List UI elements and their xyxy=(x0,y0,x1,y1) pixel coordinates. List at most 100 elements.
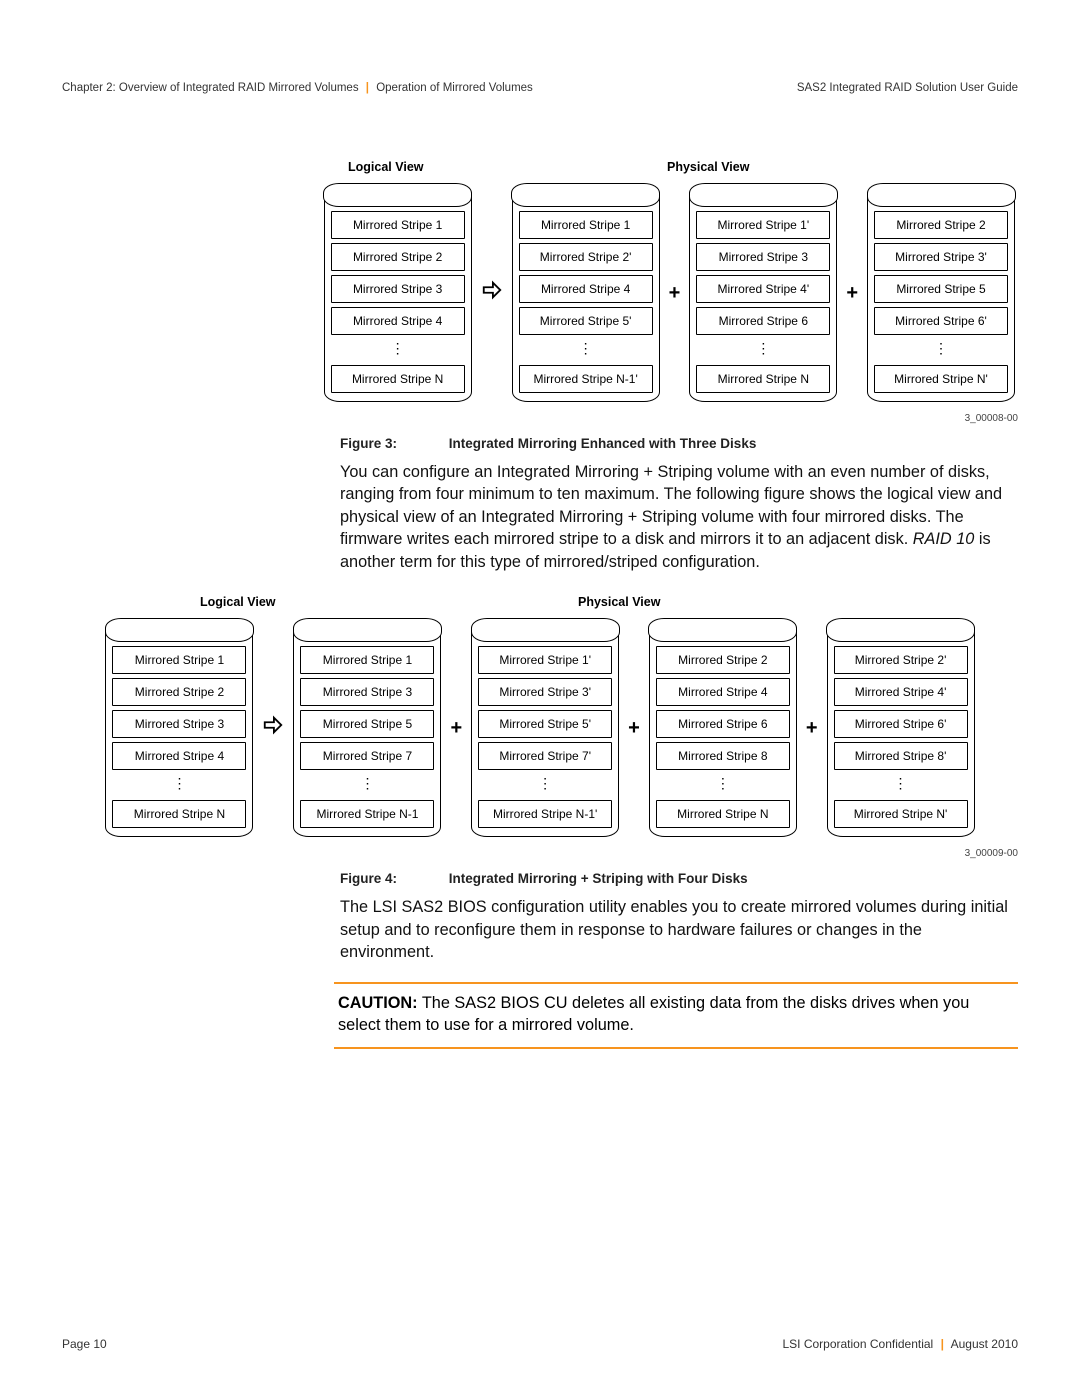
ellipsis-icon: ⋮ xyxy=(110,774,248,796)
stripe-cell: Mirrored Stripe 5 xyxy=(874,275,1008,303)
stripe-cell: Mirrored Stripe 3 xyxy=(331,275,465,303)
stripe-cell: Mirrored Stripe 6 xyxy=(656,710,790,738)
header-left: Chapter 2: Overview of Integrated RAID M… xyxy=(62,82,533,94)
stripe-cell: Mirrored Stripe 4 xyxy=(519,275,653,303)
stripe-cell: Mirrored Stripe 4' xyxy=(834,678,968,706)
stripe-cell: Mirrored Stripe 2' xyxy=(834,646,968,674)
physical-view-label: Physical View xyxy=(578,595,660,609)
confidential-label: LSI Corporation Confidential xyxy=(782,1337,933,1351)
stripe-cell: Mirrored Stripe 3 xyxy=(696,243,830,271)
stripe-cell: Mirrored Stripe N-1' xyxy=(519,365,653,393)
stripe-cell: Mirrored Stripe N xyxy=(331,365,465,393)
stripe-cell: Mirrored Stripe 2' xyxy=(519,243,653,271)
chapter-label: Chapter 2: Overview of Integrated RAID M… xyxy=(62,82,359,94)
paragraph-2: The LSI SAS2 BIOS configuration utility … xyxy=(340,896,1018,963)
stripe-cell: Mirrored Stripe 5' xyxy=(519,307,653,335)
stripe-cell: Mirrored Stripe 5' xyxy=(478,710,612,738)
physical-disk-4: Mirrored Stripe 2' Mirrored Stripe 4' Mirr… xyxy=(827,619,975,837)
physical-disk-1: Mirrored Stripe 1 Mirrored Stripe 2' Mirro… xyxy=(512,184,660,402)
physical-disk-3: Mirrored Stripe 2 Mirrored Stripe 3' Mirro… xyxy=(867,184,1015,402)
stripe-cell: Mirrored Stripe 2 xyxy=(331,243,465,271)
physical-view-label: Physical View xyxy=(667,160,749,174)
stripe-cell: Mirrored Stripe 1 xyxy=(300,646,434,674)
figure-tag: 3_00009-00 xyxy=(965,848,1018,859)
ellipsis-icon: ⋮ xyxy=(329,339,467,361)
page-footer: Page 10 LSI Corporation Confidential | A… xyxy=(62,1337,1018,1351)
stripe-cell: Mirrored Stripe 1 xyxy=(112,646,246,674)
caption-number: Figure 4: xyxy=(340,871,397,886)
ellipsis-icon: ⋮ xyxy=(832,774,970,796)
physical-disk-2: Mirrored Stripe 1' Mirrored Stripe 3 Mirro… xyxy=(689,184,837,402)
stripe-cell: Mirrored Stripe N' xyxy=(834,800,968,828)
plus-icon: + xyxy=(840,282,864,305)
caution-label: CAUTION: xyxy=(338,994,418,1012)
doc-title: SAS2 Integrated RAID Solution User Guide xyxy=(797,82,1018,94)
figure-4-caption: Figure 4: Integrated Mirroring + Stripin… xyxy=(340,871,1018,886)
stripe-cell: Mirrored Stripe 1 xyxy=(519,211,653,239)
stripe-cell: Mirrored Stripe 4 xyxy=(112,742,246,770)
logical-view-label: Logical View xyxy=(348,160,424,174)
caption-text: Integrated Mirroring + Striping with Fou… xyxy=(449,871,748,886)
figure-3-caption: Figure 3: Integrated Mirroring Enhanced … xyxy=(340,436,1018,451)
stripe-cell: Mirrored Stripe 8' xyxy=(834,742,968,770)
arrow-right-icon xyxy=(256,714,290,742)
physical-disk-1: Mirrored Stripe 1 Mirrored Stripe 3 Mirror… xyxy=(293,619,441,837)
stripe-cell: Mirrored Stripe N-1 xyxy=(300,800,434,828)
stripe-cell: Mirrored Stripe 6' xyxy=(874,307,1008,335)
separator-icon: | xyxy=(366,82,369,94)
stripe-cell: Mirrored Stripe N xyxy=(656,800,790,828)
physical-disk-2: Mirrored Stripe 1' Mirrored Stripe 3' Mirr… xyxy=(471,619,619,837)
section-label: Operation of Mirrored Volumes xyxy=(376,82,533,94)
stripe-cell: Mirrored Stripe N xyxy=(112,800,246,828)
plus-icon: + xyxy=(800,717,824,740)
ellipsis-icon: ⋮ xyxy=(654,774,792,796)
stripe-cell: Mirrored Stripe 1 xyxy=(331,211,465,239)
stripe-cell: Mirrored Stripe 4 xyxy=(656,678,790,706)
stripe-cell: Mirrored Stripe 4' xyxy=(696,275,830,303)
plus-icon: + xyxy=(663,282,687,305)
stripe-cell: Mirrored Stripe 1' xyxy=(478,646,612,674)
stripe-cell: Mirrored Stripe 3' xyxy=(874,243,1008,271)
figure-3-diagram: Logical View Physical View Mirrored Stri… xyxy=(62,160,1018,402)
paragraph-1: You can configure an Integrated Mirrorin… xyxy=(340,461,1018,573)
arrow-right-icon xyxy=(475,279,509,307)
figure-tag: 3_00008-00 xyxy=(965,413,1018,424)
stripe-cell: Mirrored Stripe 3 xyxy=(112,710,246,738)
stripe-cell: Mirrored Stripe 8 xyxy=(656,742,790,770)
separator-icon: | xyxy=(941,1337,944,1351)
stripe-cell: Mirrored Stripe 7' xyxy=(478,742,612,770)
logical-disk: Mirrored Stripe 1 Mirrored Stripe 2 Mirror… xyxy=(324,184,472,402)
para1-a: You can configure an Integrated Mirrorin… xyxy=(340,463,1002,548)
stripe-cell: Mirrored Stripe 6' xyxy=(834,710,968,738)
stripe-cell: Mirrored Stripe 1' xyxy=(696,211,830,239)
stripe-cell: Mirrored Stripe N xyxy=(696,365,830,393)
ellipsis-icon: ⋮ xyxy=(694,339,832,361)
stripe-cell: Mirrored Stripe 2 xyxy=(112,678,246,706)
page-content: Logical View Physical View Mirrored Stri… xyxy=(62,160,1018,1049)
logical-view-label: Logical View xyxy=(200,595,276,609)
physical-disk-3: Mirrored Stripe 2 Mirrored Stripe 4 Mirror… xyxy=(649,619,797,837)
stripe-cell: Mirrored Stripe 2 xyxy=(874,211,1008,239)
stripe-cell: Mirrored Stripe N' xyxy=(874,365,1008,393)
footer-right: LSI Corporation Confidential | August 20… xyxy=(782,1337,1018,1351)
stripe-cell: Mirrored Stripe 3' xyxy=(478,678,612,706)
ellipsis-icon: ⋮ xyxy=(872,339,1010,361)
stripe-cell: Mirrored Stripe 2 xyxy=(656,646,790,674)
stripe-cell: Mirrored Stripe 3 xyxy=(300,678,434,706)
plus-icon: + xyxy=(444,717,468,740)
ellipsis-icon: ⋮ xyxy=(476,774,614,796)
page-header: Chapter 2: Overview of Integrated RAID M… xyxy=(62,82,1018,94)
footer-date: August 2010 xyxy=(951,1337,1018,1351)
ellipsis-icon: ⋮ xyxy=(517,339,655,361)
stripe-cell: Mirrored Stripe N-1' xyxy=(478,800,612,828)
para1-italic: RAID 10 xyxy=(913,530,975,548)
stripe-cell: Mirrored Stripe 7 xyxy=(300,742,434,770)
caution-box: CAUTION: The SAS2 BIOS CU deletes all ex… xyxy=(334,982,1018,1049)
ellipsis-icon: ⋮ xyxy=(298,774,436,796)
caption-number: Figure 3: xyxy=(340,436,397,451)
caution-text: The SAS2 BIOS CU deletes all existing da… xyxy=(338,994,969,1034)
stripe-cell: Mirrored Stripe 4 xyxy=(331,307,465,335)
plus-icon: + xyxy=(622,717,646,740)
stripe-cell: Mirrored Stripe 5 xyxy=(300,710,434,738)
logical-disk: Mirrored Stripe 1 Mirrored Stripe 2 Mirror… xyxy=(105,619,253,837)
